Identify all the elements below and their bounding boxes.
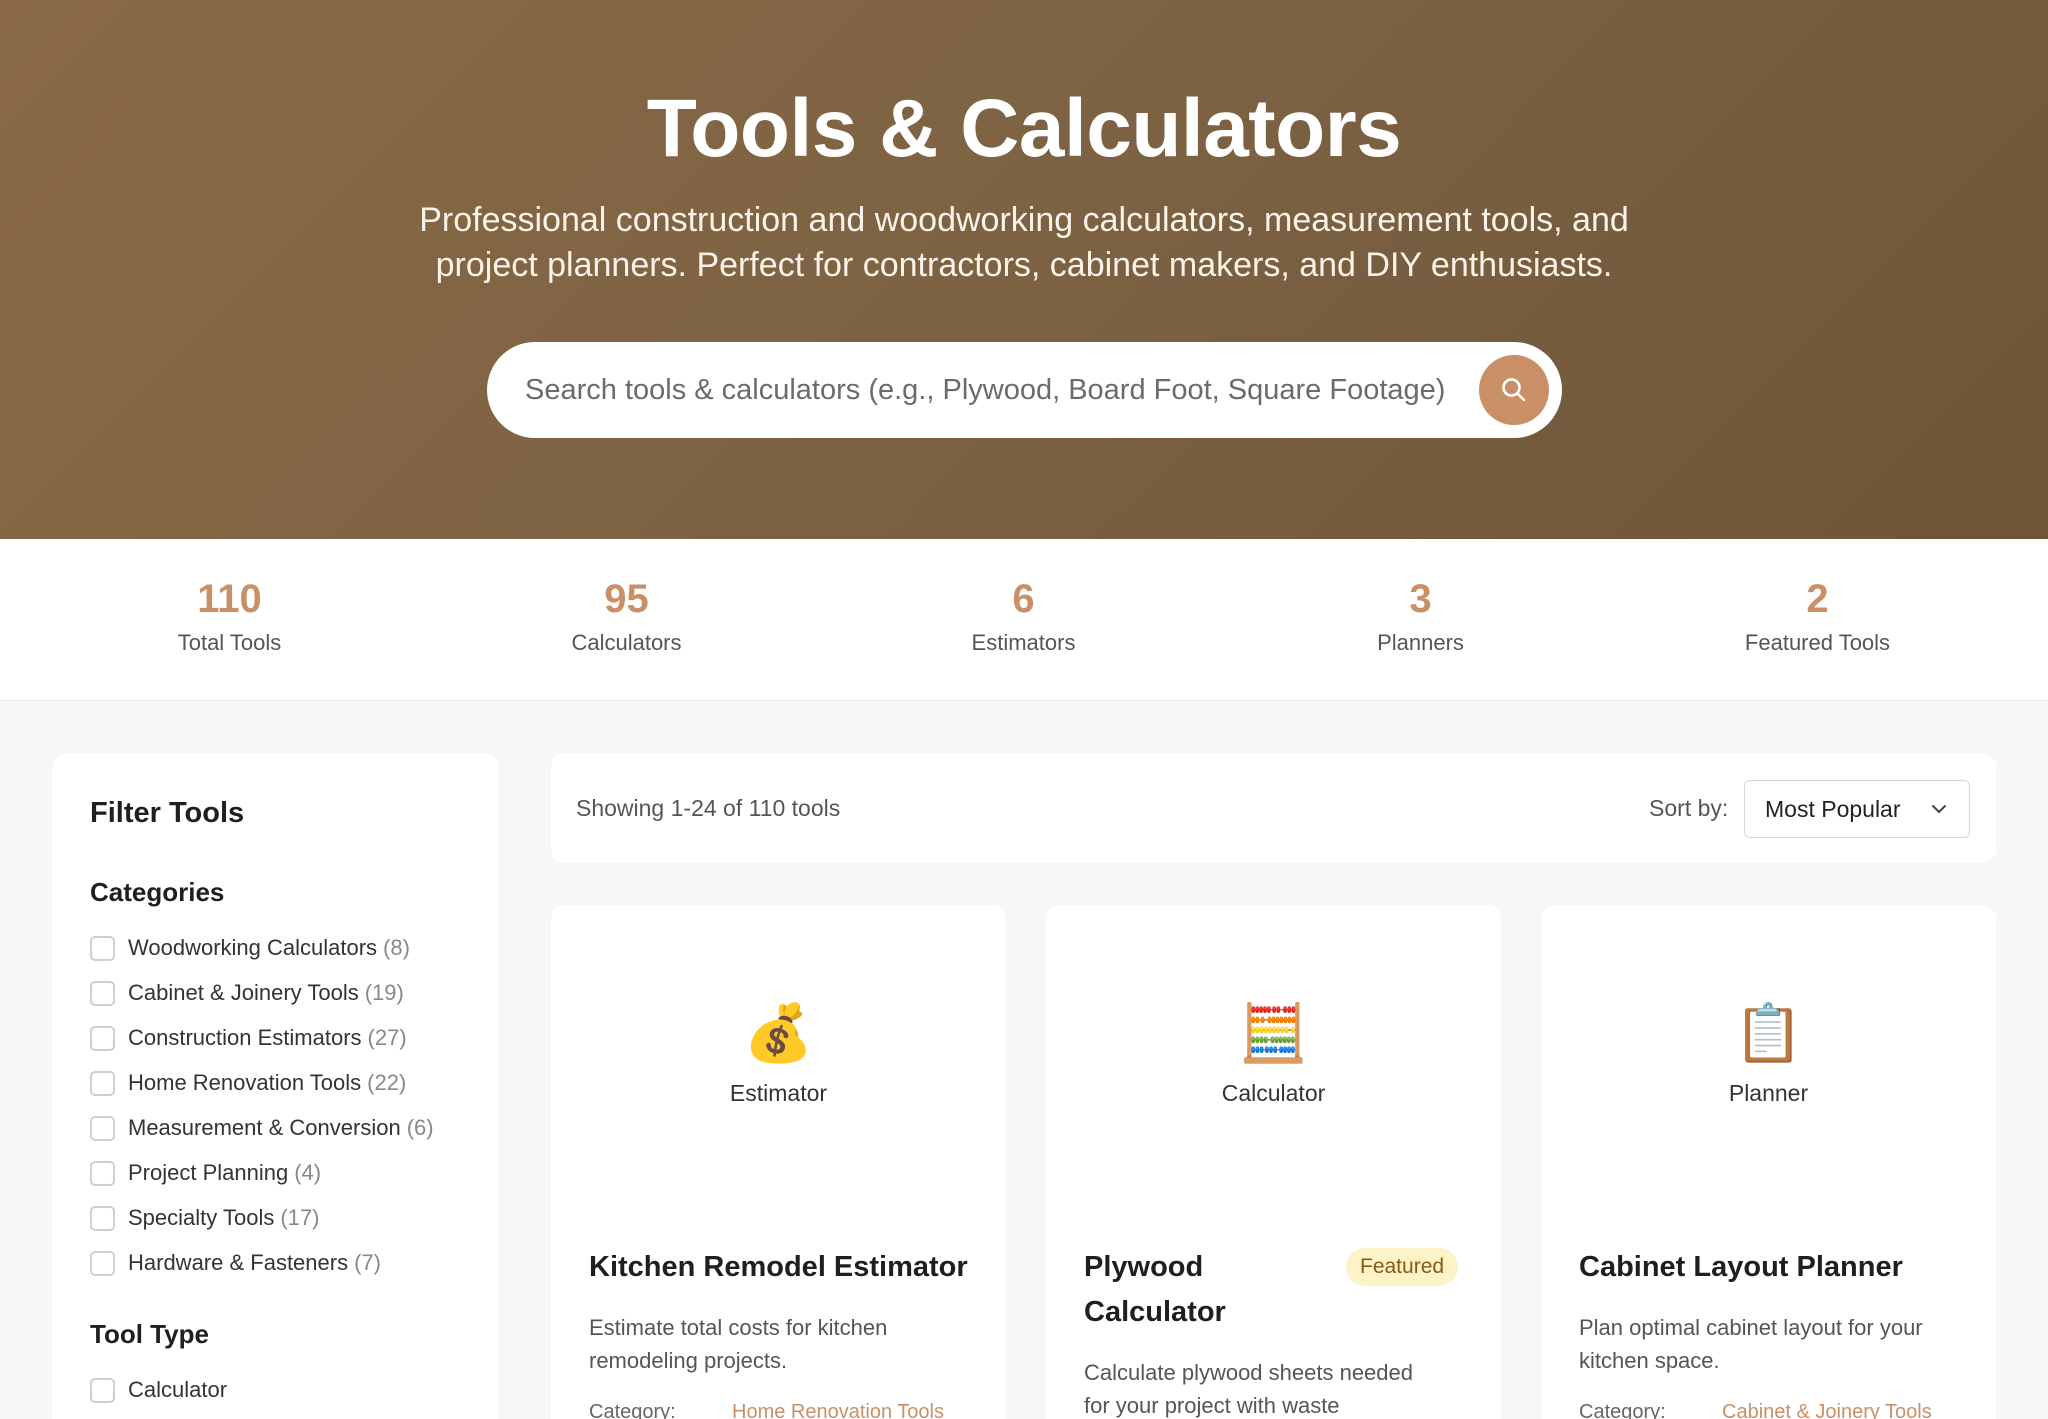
tool-type-heading: Tool Type: [90, 1319, 209, 1349]
category-label: Home Renovation Tools: [128, 1070, 362, 1095]
tool-title[interactable]: Cabinet Layout Planner: [1579, 1245, 1903, 1290]
stat-estimators: 6 Estimators: [825, 577, 1222, 656]
tool-type-label: Calculator: [128, 1377, 228, 1402]
stat-label: Estimators: [971, 630, 1076, 655]
stat-value: 3: [1409, 577, 1432, 621]
tool-description-line-1: Plan optimal cabinet layout for your: [1579, 1315, 1923, 1340]
abacus-icon: 🧮: [1238, 1001, 1309, 1064]
stat-featured-tools: 2 Featured Tools: [1619, 577, 2016, 656]
clipboard-icon: 📋: [1733, 1001, 1804, 1064]
category-filter-measurement[interactable]: Measurement & Conversion (6): [90, 1113, 434, 1143]
category-filter-specialty[interactable]: Specialty Tools (17): [90, 1203, 319, 1233]
category-meta-label: Category:: [1579, 1401, 1666, 1419]
hero-subtitle: Professional construction and woodworkin…: [374, 198, 1674, 288]
hero-subtitle-line-1: Professional construction and woodworkin…: [419, 201, 1629, 239]
sort-selected-value: Most Popular: [1765, 796, 1901, 822]
category-filter-construction[interactable]: Construction Estimators (27): [90, 1023, 407, 1053]
filter-sidebar: Filter Tools Categories Woodworking Calc…: [52, 753, 499, 1419]
category-label: Construction Estimators: [128, 1025, 362, 1050]
category-label: Project Planning: [128, 1160, 289, 1185]
tool-description: Estimate total costs for kitchen remodel…: [589, 1311, 969, 1377]
category-label: Hardware & Fasteners: [128, 1250, 349, 1275]
checkbox[interactable]: [90, 1205, 115, 1231]
categories-heading: Categories: [90, 877, 225, 907]
search-icon: [1502, 378, 1526, 402]
category-label: Cabinet & Joinery Tools: [128, 980, 359, 1005]
tool-description: Plan optimal cabinet layout for your kit…: [1579, 1311, 1959, 1377]
category-label: Specialty Tools: [128, 1205, 275, 1230]
stat-total-tools: 110 Total Tools: [31, 577, 428, 656]
category-filter-cabinet-joinery[interactable]: Cabinet & Joinery Tools (19): [90, 978, 404, 1008]
tool-type-label: Calculator: [1221, 1080, 1326, 1106]
tool-description-line-2: kitchen space.: [1579, 1348, 1720, 1373]
category-count: (27): [367, 1025, 407, 1050]
category-count: (7): [354, 1250, 381, 1275]
hero-banner: Tools & Calculators Professional constru…: [0, 0, 2048, 539]
stat-label: Total Tools: [177, 630, 282, 655]
tool-title-line-2: Calculator: [1084, 1296, 1226, 1328]
stats-bar: 110 Total Tools 95 Calculators 6 Estimat…: [0, 539, 2048, 701]
featured-badge: Featured: [1346, 1248, 1459, 1286]
checkbox[interactable]: [90, 1160, 115, 1186]
stat-calculators: 95 Calculators: [428, 577, 825, 656]
checkbox[interactable]: [90, 935, 115, 961]
tool-type-label: Planner: [1728, 1080, 1809, 1106]
stat-value: 6: [1012, 577, 1035, 621]
tool-description: Calculate plywood sheets needed for your…: [1084, 1356, 1464, 1419]
stat-label: Planners: [1377, 630, 1464, 655]
tool-title[interactable]: Plywood Calculator: [1084, 1245, 1226, 1335]
checkbox[interactable]: [90, 980, 115, 1006]
category-filter-home-renovation[interactable]: Home Renovation Tools (22): [90, 1068, 406, 1098]
filter-title: Filter Tools: [90, 797, 245, 829]
money-bag-icon: 💰: [743, 1001, 814, 1064]
category-filter-woodworking[interactable]: Woodworking Calculators (8): [90, 933, 410, 963]
category-label: Measurement & Conversion: [128, 1115, 401, 1140]
search-input[interactable]: [525, 342, 1525, 438]
tool-description-line-1: Estimate total costs for kitchen: [589, 1315, 888, 1340]
category-count: (8): [383, 935, 410, 960]
checkbox[interactable]: [90, 1115, 115, 1141]
category-count: (19): [364, 980, 404, 1005]
results-count: Showing 1-24 of 110 tools: [576, 795, 841, 821]
tool-description-line-1: Calculate plywood sheets needed: [1084, 1360, 1414, 1385]
tool-type-filter-calculator[interactable]: Calculator: [90, 1375, 227, 1405]
tool-card-cabinet-layout-planner[interactable]: 📋 Planner Cabinet Layout Planner Plan op…: [1541, 905, 1996, 1419]
sort-dropdown[interactable]: Most Popular: [1744, 780, 1970, 838]
checkbox[interactable]: [90, 1377, 115, 1403]
stat-planners: 3 Planners: [1222, 577, 1619, 656]
page-title: Tools & Calculators: [646, 83, 1402, 174]
category-count: (22): [367, 1070, 407, 1095]
category-count: (4): [294, 1160, 322, 1185]
tool-description-line-2: remodeling projects.: [589, 1348, 788, 1373]
category-filter-project-planning[interactable]: Project Planning (4): [90, 1158, 321, 1188]
checkbox[interactable]: [90, 1025, 115, 1051]
chevron-down-icon: [1932, 805, 1946, 813]
category-label: Woodworking Calculators: [128, 935, 378, 960]
search-bar: [487, 342, 1562, 438]
hero-subtitle-line-2: project planners. Perfect for contractor…: [435, 246, 1613, 284]
tool-title-line-1: Plywood: [1084, 1251, 1204, 1283]
category-meta-label: Category:: [589, 1401, 676, 1419]
stat-value: 110: [197, 577, 262, 621]
results-toolbar: Showing 1-24 of 110 tools Sort by: Most …: [551, 753, 1996, 863]
category-filter-hardware[interactable]: Hardware & Fasteners (7): [90, 1248, 381, 1278]
checkbox[interactable]: [90, 1070, 115, 1096]
tool-card-kitchen-remodel-estimator[interactable]: 💰 Estimator Kitchen Remodel Estimator Es…: [551, 905, 1006, 1419]
sort-label: Sort by:: [1649, 795, 1729, 821]
search-button[interactable]: [1479, 355, 1549, 425]
checkbox[interactable]: [90, 1250, 115, 1276]
stat-label: Calculators: [571, 630, 682, 655]
stat-value: 95: [604, 577, 649, 621]
tool-title[interactable]: Kitchen Remodel Estimator: [589, 1245, 968, 1290]
category-link[interactable]: Cabinet & Joinery Tools: [1722, 1401, 1932, 1419]
category-count: (17): [280, 1205, 320, 1230]
tool-type-label: Estimator: [729, 1080, 828, 1106]
stat-label: Featured Tools: [1744, 630, 1891, 655]
stat-value: 2: [1806, 577, 1829, 621]
tool-description-line-2: for your project with waste: [1084, 1393, 1340, 1418]
category-link[interactable]: Home Renovation Tools: [732, 1401, 944, 1419]
category-count: (6): [406, 1115, 434, 1140]
tool-card-plywood-calculator[interactable]: 🧮 Calculator Plywood Calculator Featured…: [1046, 905, 1501, 1419]
